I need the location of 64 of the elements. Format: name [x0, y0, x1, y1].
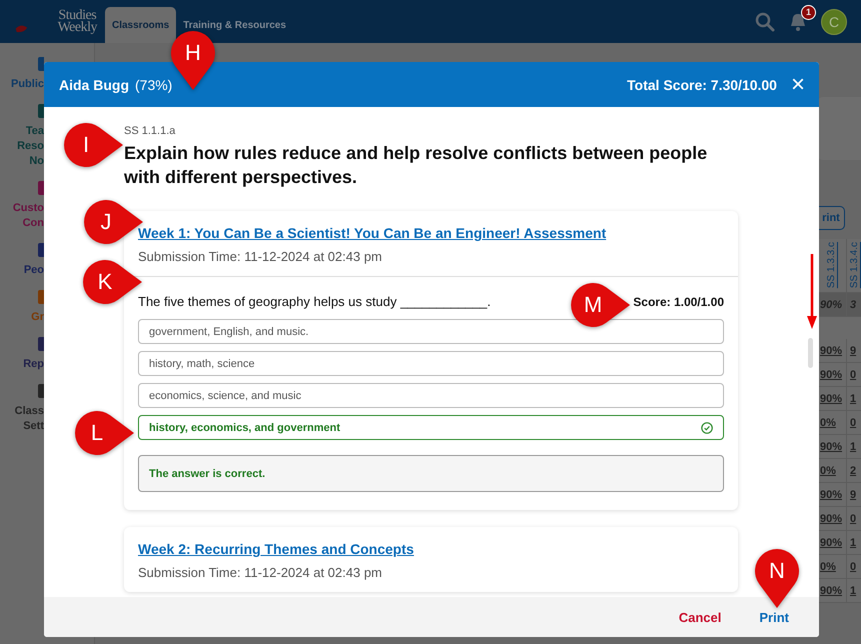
- answer-option[interactable]: history, economics, and government: [138, 415, 724, 440]
- table-cell[interactable]: 9: [850, 488, 856, 500]
- table-cell[interactable]: 0: [850, 512, 856, 524]
- table-cell[interactable]: 0%: [820, 560, 836, 572]
- cancel-button[interactable]: Cancel: [676, 606, 724, 628]
- table-cell[interactable]: 90%: [820, 584, 842, 596]
- table-cell[interactable]: 0: [850, 368, 856, 380]
- column-header[interactable]: SS 1.3.3.c: [826, 242, 837, 289]
- table-cell[interactable]: 0: [850, 560, 856, 572]
- sidebar-item[interactable]: Class Sett: [14, 404, 44, 434]
- student-name: Aida Bugg: [59, 76, 129, 92]
- scrollbar-thumb[interactable]: [808, 338, 813, 368]
- sidebar-item[interactable]: Custo Con: [12, 201, 44, 231]
- check-circle-icon: [701, 422, 713, 434]
- student-percent: (73%): [135, 76, 172, 92]
- table-cell[interactable]: 1: [850, 392, 856, 404]
- table-cell[interactable]: 90%: [820, 368, 842, 380]
- table-cell[interactable]: 9: [850, 344, 856, 356]
- column-header[interactable]: SS 1.3.4.c: [848, 242, 860, 289]
- table-cell[interactable]: 1: [850, 440, 856, 452]
- table-cell: 90%: [820, 298, 842, 310]
- logo-text[interactable]: Studies Weekly: [58, 10, 97, 34]
- callout-marker: I: [63, 122, 123, 168]
- question-heading: Explain how rules reduce and help resolve conflicts between people with different perspectives.: [124, 142, 708, 189]
- standard-code: SS 1.1.1.a: [124, 125, 176, 137]
- table-cell[interactable]: 90%: [820, 392, 842, 404]
- question-score: Score: 1.00/1.00: [633, 294, 724, 308]
- table-cell[interactable]: 90%: [820, 536, 842, 548]
- answer-feedback: The answer is correct.: [138, 455, 724, 492]
- table-cell[interactable]: 1: [850, 536, 856, 548]
- sidebar-item[interactable]: Peo: [24, 263, 44, 278]
- answer-option[interactable]: history, math, science: [138, 351, 724, 376]
- sidebar-item[interactable]: Rep: [23, 357, 44, 372]
- assessment-link[interactable]: Week 2: Recurring Themes and Concepts: [138, 541, 414, 557]
- answer-option[interactable]: economics, science, and music: [138, 383, 724, 408]
- bell-icon[interactable]: [789, 12, 807, 32]
- table-cell[interactable]: 0: [850, 416, 856, 428]
- apple-icon: [14, 24, 28, 33]
- table-cell[interactable]: 1: [850, 584, 856, 596]
- table-cell[interactable]: 90%: [820, 440, 842, 452]
- nav-tab[interactable]: Classrooms: [105, 7, 176, 43]
- table-cell[interactable]: 0%: [820, 416, 836, 428]
- print-button[interactable]: Print: [757, 606, 791, 628]
- table-cell[interactable]: 2: [850, 464, 856, 476]
- total-score: Total Score: 7.30/10.00: [627, 76, 777, 92]
- notification-badge: 1: [801, 4, 816, 20]
- avatar[interactable]: C: [821, 8, 847, 34]
- callout-marker: H: [170, 30, 216, 90]
- assessment-link[interactable]: Week 1: You Can Be a Scientist! You Can Be an Engineer! Assessment: [138, 225, 606, 241]
- sidebar-item[interactable]: Gr: [31, 310, 44, 325]
- answer-option[interactable]: government, English, and music.: [138, 319, 724, 344]
- sidebar-item[interactable]: Tea Reso No: [17, 124, 44, 169]
- table-cell[interactable]: 0%: [820, 464, 836, 476]
- callout-marker: L: [74, 410, 134, 456]
- table-cell[interactable]: 90%: [820, 512, 842, 524]
- submission-time: Submission Time: 11-12-2024 at 02:43 pm: [138, 565, 384, 580]
- table-cell[interactable]: 90%: [820, 344, 842, 356]
- callout-marker: N: [754, 548, 800, 608]
- table-cell[interactable]: 90%: [820, 488, 842, 500]
- print-button[interactable]: rint: [817, 206, 845, 230]
- sidebar-item[interactable]: Public: [10, 77, 44, 92]
- callout-marker: M: [570, 282, 630, 328]
- close-button[interactable]: ×: [790, 74, 805, 94]
- search-icon[interactable]: [755, 12, 775, 32]
